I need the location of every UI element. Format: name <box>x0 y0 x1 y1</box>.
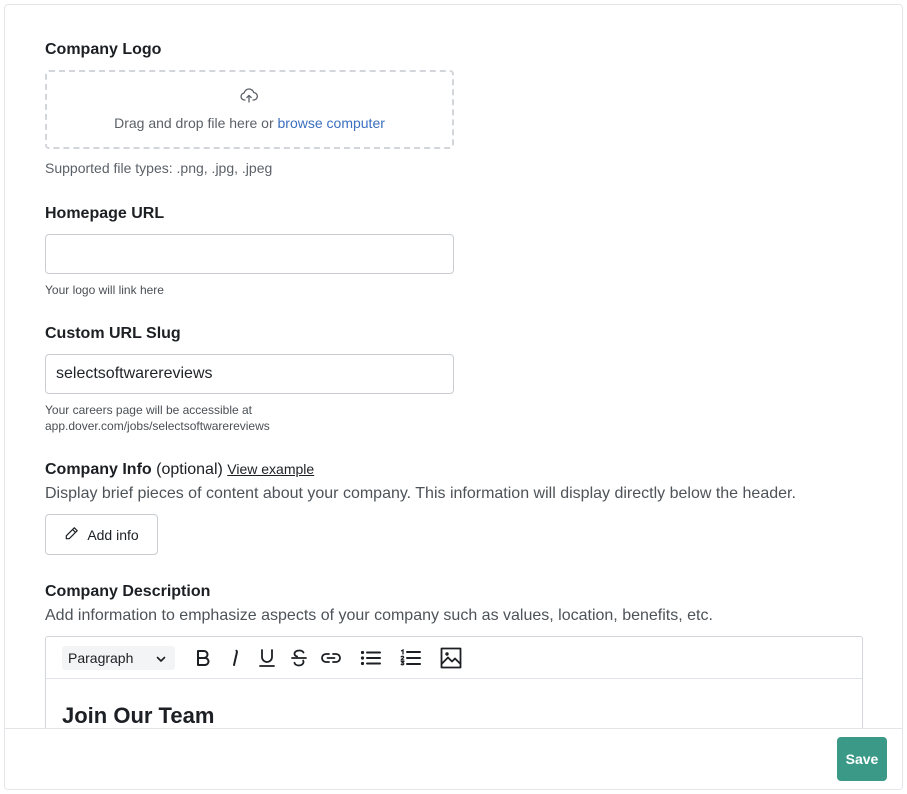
paragraph-select-value: Paragraph <box>68 650 134 666</box>
slug-helper-line1: Your careers page will be accessible at <box>45 403 253 417</box>
optional-tag: (optional) <box>151 461 223 478</box>
numbered-list-icon[interactable] <box>399 646 423 670</box>
form-footer: Save <box>5 728 902 789</box>
company-info-heading: Company Info (optional) View example <box>45 461 314 479</box>
view-example-link[interactable]: View example <box>227 461 314 477</box>
editor-content-heading[interactable]: Join Our Team <box>62 703 214 728</box>
editor-toolbar: Paragraph <box>46 637 862 679</box>
supported-file-types: Supported file types: .png, .jpg, .jpeg <box>45 160 273 176</box>
chevron-down-icon <box>155 652 167 664</box>
underline-icon[interactable] <box>255 646 279 670</box>
slug-helper-line2: app.dover.com/jobs/selectsoftwarereviews <box>45 419 270 433</box>
company-info-label: Company Info <box>45 461 152 478</box>
link-icon[interactable] <box>319 646 343 670</box>
dropzone-text: Drag and drop file here or browse comput… <box>114 115 385 131</box>
company-description-label: Company Description <box>45 583 211 600</box>
save-button[interactable]: Save <box>837 737 887 781</box>
image-icon[interactable] <box>439 646 463 670</box>
homepage-url-label: Homepage URL <box>45 205 165 222</box>
cloud-upload-icon <box>240 88 258 104</box>
homepage-url-input[interactable] <box>45 234 454 274</box>
custom-url-slug-input[interactable] <box>45 354 454 394</box>
form-content[interactable]: Company Logo Drag and drop file here or … <box>5 5 902 728</box>
custom-url-slug-label: Custom URL Slug <box>45 325 181 342</box>
company-description-help: Add information to emphasize aspects of … <box>45 607 713 624</box>
browse-computer-link[interactable]: browse computer <box>278 115 385 131</box>
add-info-button[interactable]: Add info <box>45 514 158 555</box>
company-info-description: Display brief pieces of content about yo… <box>45 485 796 502</box>
rich-text-editor[interactable]: Paragraph Join Our Team <box>45 636 863 728</box>
add-info-label: Add info <box>87 526 139 543</box>
homepage-url-helper: Your logo will link here <box>45 283 164 297</box>
italic-icon[interactable] <box>223 646 247 670</box>
logo-dropzone[interactable]: Drag and drop file here or browse comput… <box>45 70 454 149</box>
bullet-list-icon[interactable] <box>359 646 383 670</box>
pencil-icon <box>64 526 79 544</box>
settings-card: Company Logo Drag and drop file here or … <box>4 4 903 790</box>
company-logo-label: Company Logo <box>45 41 162 58</box>
bold-icon[interactable] <box>191 646 215 670</box>
paragraph-select[interactable]: Paragraph <box>62 646 175 670</box>
strikethrough-icon[interactable] <box>287 646 311 670</box>
